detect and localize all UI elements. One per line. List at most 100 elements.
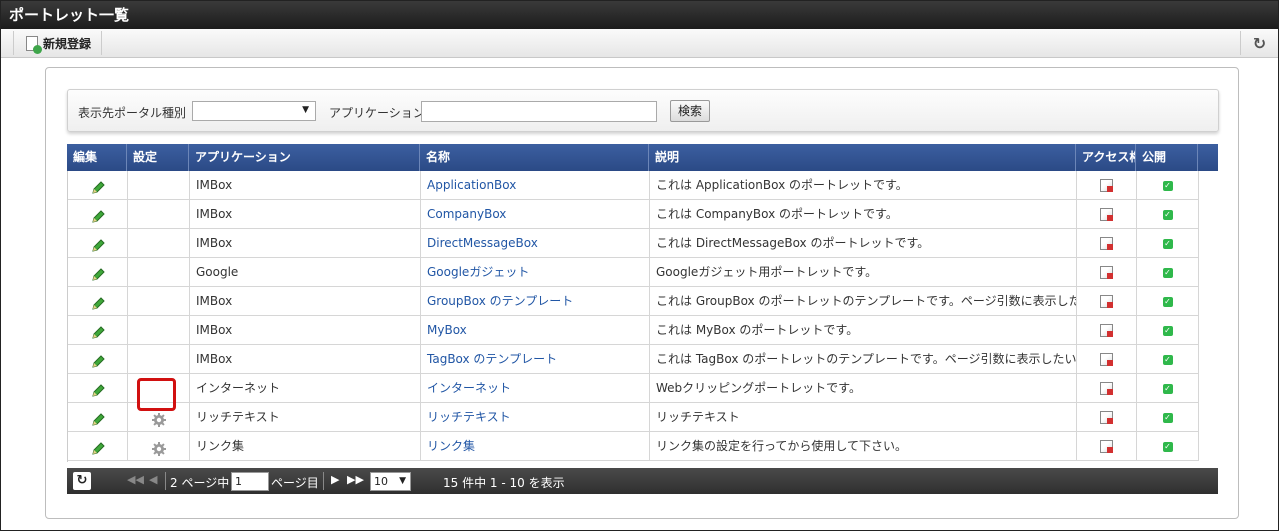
edit-cell: [68, 171, 128, 200]
edit-cell: [68, 200, 128, 229]
description-cell: リンク集の設定を行ってから使用して下さい。: [650, 432, 1077, 461]
public-check-icon: ✓: [1162, 238, 1173, 249]
page-prefix-text: 2 ページ中: [170, 476, 230, 490]
application-cell: IMBox: [190, 200, 421, 229]
column-header-name[interactable]: 名称: [420, 144, 649, 171]
access-rights-icon[interactable]: [1100, 295, 1113, 308]
description-cell: これは ApplicationBox のポートレットです。: [650, 171, 1077, 200]
settings-cell: [128, 345, 190, 374]
access-cell: [1077, 258, 1137, 287]
access-rights-icon[interactable]: [1100, 411, 1113, 424]
settings-cell: [128, 403, 190, 432]
edit-pencil-icon[interactable]: [90, 352, 106, 368]
settings-cell: [128, 200, 190, 229]
edit-pencil-icon[interactable]: [90, 323, 106, 339]
edit-pencil-icon[interactable]: [90, 265, 106, 281]
settings-gear-icon[interactable]: [151, 439, 167, 456]
description-cell: これは CompanyBox のポートレットです。: [650, 200, 1077, 229]
toolbar: 新規登録 ↻: [1, 29, 1278, 58]
table-row: リンク集 リンク集 リンク集の設定を行ってから使用して下さい。 ✓: [68, 432, 1199, 461]
access-rights-icon[interactable]: [1100, 179, 1113, 192]
edit-pencil-icon[interactable]: [90, 236, 106, 252]
portlet-name-link[interactable]: リッチテキスト: [427, 410, 511, 424]
edit-pencil-icon[interactable]: [90, 381, 106, 397]
public-check-icon: ✓: [1162, 441, 1173, 452]
new-register-button[interactable]: 新規登録: [13, 31, 103, 55]
public-check-icon: ✓: [1162, 296, 1173, 307]
access-rights-icon[interactable]: [1100, 266, 1113, 279]
public-check-icon: ✓: [1162, 209, 1173, 220]
edit-pencil-icon[interactable]: [90, 178, 106, 194]
portlet-name-link[interactable]: TagBox のテンプレート: [427, 352, 557, 366]
edit-pencil-icon[interactable]: [90, 294, 106, 310]
access-rights-icon[interactable]: [1100, 208, 1113, 221]
settings-gear-icon[interactable]: [151, 410, 167, 427]
access-rights-icon[interactable]: [1100, 440, 1113, 453]
edit-pencil-icon[interactable]: [90, 439, 106, 455]
application-input[interactable]: [421, 101, 657, 122]
edit-cell: [68, 374, 128, 403]
column-header-description[interactable]: 説明: [649, 144, 1076, 171]
refresh-button[interactable]: ↻: [1240, 31, 1278, 55]
column-header-access[interactable]: アクセス権: [1076, 144, 1136, 171]
next-page-icon[interactable]: ▶: [331, 473, 339, 486]
name-cell: DirectMessageBox: [421, 229, 650, 258]
public-cell: ✓: [1137, 200, 1199, 229]
public-cell: ✓: [1137, 374, 1199, 403]
application-cell: リンク集: [190, 432, 421, 461]
table-row: IMBox TagBox のテンプレート これは TagBox のポートレットのテン…: [68, 345, 1199, 374]
portlet-name-link[interactable]: GroupBox のテンプレート: [427, 294, 573, 308]
grid-header: 編集 設定 アプリケーション 名称 説明 アクセス権 公開: [67, 144, 1218, 171]
settings-cell: [128, 171, 190, 200]
public-cell: ✓: [1137, 258, 1199, 287]
search-button[interactable]: 検索: [670, 100, 710, 122]
portlet-name-link[interactable]: CompanyBox: [427, 207, 506, 221]
column-header-edit[interactable]: 編集: [67, 144, 127, 171]
portlet-name-link[interactable]: Googleガジェット: [427, 265, 529, 279]
portlet-name-link[interactable]: MyBox: [427, 323, 467, 337]
pager-separator: [165, 472, 166, 490]
pager-refresh-icon[interactable]: ↻: [73, 472, 91, 490]
new-document-icon: [26, 35, 42, 54]
prev-page-icon[interactable]: ◀: [149, 473, 157, 486]
grid-body: IMBox ApplicationBox これは ApplicationBox のポ…: [67, 171, 1218, 462]
public-check-icon: ✓: [1162, 325, 1173, 336]
portal-type-select[interactable]: ▼: [192, 101, 316, 121]
edit-pencil-icon[interactable]: [90, 410, 106, 426]
edit-cell: [68, 287, 128, 316]
column-header-application[interactable]: アプリケーション: [189, 144, 420, 171]
access-rights-icon[interactable]: [1100, 324, 1113, 337]
public-check-icon: ✓: [1162, 180, 1173, 191]
description-cell: リッチテキスト: [650, 403, 1077, 432]
access-cell: [1077, 316, 1137, 345]
access-rights-icon[interactable]: [1100, 237, 1113, 250]
edit-cell: [68, 403, 128, 432]
table-row: IMBox MyBox これは MyBox のポートレットです。 ✓: [68, 316, 1199, 345]
portlet-name-link[interactable]: ApplicationBox: [427, 178, 516, 192]
application-cell: IMBox: [190, 316, 421, 345]
name-cell: Googleガジェット: [421, 258, 650, 287]
access-cell: [1077, 374, 1137, 403]
column-header-public[interactable]: 公開: [1136, 144, 1198, 171]
access-rights-icon[interactable]: [1100, 382, 1113, 395]
name-cell: MyBox: [421, 316, 650, 345]
table-row: IMBox GroupBox のテンプレート これは GroupBox のポートレッ…: [68, 287, 1199, 316]
portlet-name-link[interactable]: DirectMessageBox: [427, 236, 538, 250]
settings-cell: [128, 287, 190, 316]
name-cell: リンク集: [421, 432, 650, 461]
portlet-list-window: ポートレット一覧 新規登録 ↻ 表示先ポータル種別 ▼ アプリケーション 検索 …: [0, 0, 1279, 531]
portlet-name-link[interactable]: リンク集: [427, 439, 475, 453]
column-header-settings[interactable]: 設定: [127, 144, 189, 171]
page-number-input[interactable]: 1: [231, 472, 269, 491]
public-cell: ✓: [1137, 345, 1199, 374]
edit-cell: [68, 345, 128, 374]
access-rights-icon[interactable]: [1100, 353, 1113, 366]
edit-pencil-icon[interactable]: [90, 207, 106, 223]
first-page-icon[interactable]: ◀◀: [127, 473, 144, 486]
last-page-icon[interactable]: ▶▶: [347, 473, 364, 486]
name-cell: GroupBox のテンプレート: [421, 287, 650, 316]
page-size-select[interactable]: 10 ▼: [370, 472, 411, 491]
access-cell: [1077, 287, 1137, 316]
portlet-name-link[interactable]: インターネット: [427, 381, 511, 395]
description-cell: Webクリッピングポートレットです。: [650, 374, 1077, 403]
